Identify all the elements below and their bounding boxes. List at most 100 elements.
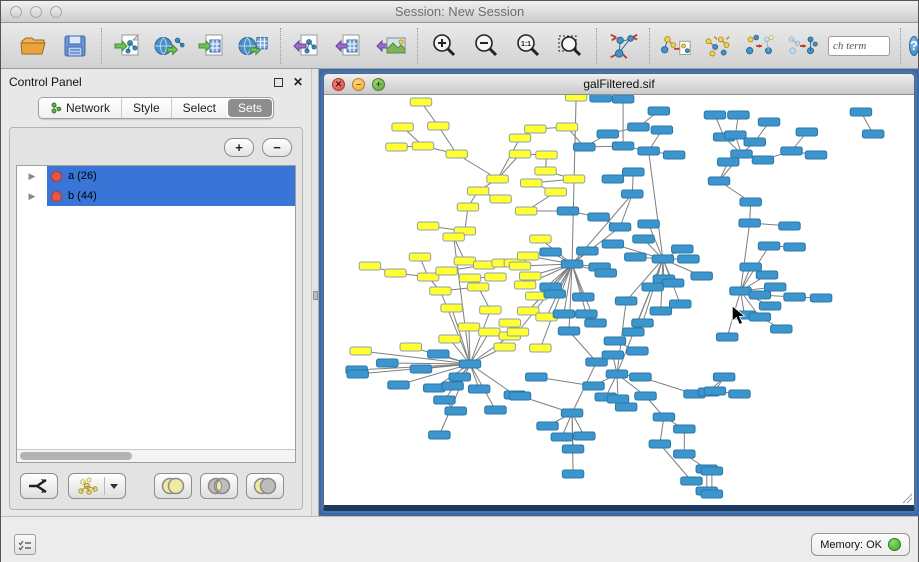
graph-node-blue[interactable] (561, 260, 582, 268)
set-row-selection[interactable]: a (26) (47, 166, 295, 186)
copy-network-icon[interactable] (660, 30, 692, 62)
graph-node-yellow[interactable] (487, 175, 508, 183)
graph-node-blue[interactable] (562, 470, 583, 478)
graph-node-blue[interactable] (758, 242, 779, 250)
graph-node-yellow[interactable] (480, 306, 501, 314)
graph-node-yellow[interactable] (545, 188, 566, 196)
graph-node-yellow[interactable] (439, 335, 460, 343)
graph-node-blue[interactable] (445, 407, 466, 415)
graph-node-blue[interactable] (623, 168, 644, 176)
graph-node-blue[interactable] (625, 253, 646, 261)
graph-node-yellow[interactable] (536, 151, 557, 159)
disclosure-triangle-icon[interactable]: ▶ (17, 171, 47, 182)
graph-node-yellow[interactable] (565, 95, 586, 101)
graph-node-blue[interactable] (650, 307, 671, 315)
graph-node-blue[interactable] (749, 291, 770, 299)
graph-node-blue[interactable] (730, 287, 751, 295)
graph-node-yellow[interactable] (509, 150, 530, 158)
scrollbar-thumb[interactable] (20, 452, 132, 460)
graph-node-blue[interactable] (577, 247, 598, 255)
graph-node-yellow[interactable] (514, 281, 535, 289)
graph-node-blue[interactable] (674, 425, 695, 433)
graph-node-yellow[interactable] (519, 272, 540, 280)
graph-node-yellow[interactable] (563, 175, 584, 183)
disclosure-triangle-icon[interactable]: ▶ (17, 191, 47, 202)
chevron-down-icon[interactable] (110, 484, 118, 489)
graph-node-blue[interactable] (544, 290, 565, 298)
import-network-web-icon[interactable] (154, 30, 186, 62)
graph-node-blue[interactable] (485, 406, 506, 414)
network-frame[interactable]: galFiltered.sif ✕ – + (323, 73, 915, 511)
graph-node-blue[interactable] (449, 373, 470, 381)
network-graph[interactable] (324, 95, 914, 505)
graph-node-blue[interactable] (653, 413, 674, 421)
graph-node-yellow[interactable] (430, 287, 451, 295)
graph-node-blue[interactable] (557, 207, 578, 215)
graph-node-blue[interactable] (553, 310, 574, 318)
graph-node-blue[interactable] (526, 373, 547, 381)
zoom-out-icon[interactable] (470, 30, 502, 62)
graph-node-blue[interactable] (784, 293, 805, 301)
graph-node-blue[interactable] (562, 445, 583, 453)
graph-node-blue[interactable] (509, 392, 530, 400)
graph-node-blue[interactable] (796, 128, 817, 136)
graph-node-yellow[interactable] (535, 167, 556, 175)
resize-grip-icon[interactable] (901, 492, 913, 504)
network-canvas[interactable] (324, 95, 914, 505)
graph-node-blue[interactable] (704, 387, 725, 395)
list-item[interactable]: ▶b (44) (17, 186, 295, 206)
memory-status-button[interactable]: Memory: OK (811, 533, 910, 556)
graph-node-yellow[interactable] (467, 283, 488, 291)
tab-sets[interactable]: Sets (228, 99, 272, 117)
graph-node-yellow[interactable] (525, 125, 546, 133)
graph-node-blue[interactable] (609, 223, 630, 231)
graph-node-blue[interactable] (756, 271, 777, 279)
diff-networks-icon[interactable] (744, 30, 776, 62)
graph-node-blue[interactable] (615, 403, 636, 411)
graph-node-yellow[interactable] (530, 344, 551, 352)
graph-node-blue[interactable] (558, 327, 579, 335)
graph-node-blue[interactable] (638, 220, 659, 228)
graph-node-blue[interactable] (540, 248, 561, 256)
list-item[interactable]: ▶a (26) (17, 166, 295, 186)
tab-style[interactable]: Style (121, 98, 171, 118)
graph-node-blue[interactable] (759, 302, 780, 310)
import-table-web-icon[interactable] (238, 30, 270, 62)
graph-node-yellow[interactable] (509, 134, 530, 142)
graph-node-blue[interactable] (648, 107, 669, 115)
zoom-in-icon[interactable] (428, 30, 460, 62)
graph-node-blue[interactable] (850, 108, 871, 116)
graph-node-yellow[interactable] (515, 207, 536, 215)
search-input[interactable] (828, 36, 890, 56)
intersection-button[interactable] (200, 473, 238, 499)
graph-node-blue[interactable] (615, 297, 636, 305)
intersect-networks-icon[interactable] (786, 30, 818, 62)
graph-node-yellow[interactable] (457, 203, 478, 211)
graph-node-blue[interactable] (583, 382, 604, 390)
import-network-file-icon[interactable] (112, 30, 144, 62)
graph-node-blue[interactable] (739, 219, 760, 227)
graph-node-blue[interactable] (764, 283, 785, 291)
split-set-button[interactable] (20, 473, 58, 499)
union-button[interactable] (154, 473, 192, 499)
graph-node-blue[interactable] (627, 347, 648, 355)
graph-node-blue[interactable] (652, 255, 673, 263)
graph-node-blue[interactable] (602, 175, 623, 183)
graph-node-blue[interactable] (573, 293, 594, 301)
graph-node-blue[interactable] (758, 118, 779, 126)
graph-node-yellow[interactable] (494, 343, 515, 351)
export-table-icon[interactable] (333, 30, 365, 62)
graph-node-blue[interactable] (718, 158, 739, 166)
graph-node-blue[interactable] (716, 333, 737, 341)
graph-node-yellow[interactable] (458, 323, 479, 331)
graph-node-blue[interactable] (602, 240, 623, 248)
graph-node-blue[interactable] (708, 177, 729, 185)
graph-node-yellow[interactable] (517, 252, 538, 260)
graph-node-blue[interactable] (744, 138, 765, 146)
graph-node-blue[interactable] (551, 433, 572, 441)
difference-button[interactable] (246, 473, 284, 499)
graph-node-blue[interactable] (729, 390, 750, 398)
graph-node-blue[interactable] (434, 396, 455, 404)
graph-node-blue[interactable] (628, 123, 649, 131)
import-table-file-icon[interactable] (196, 30, 228, 62)
